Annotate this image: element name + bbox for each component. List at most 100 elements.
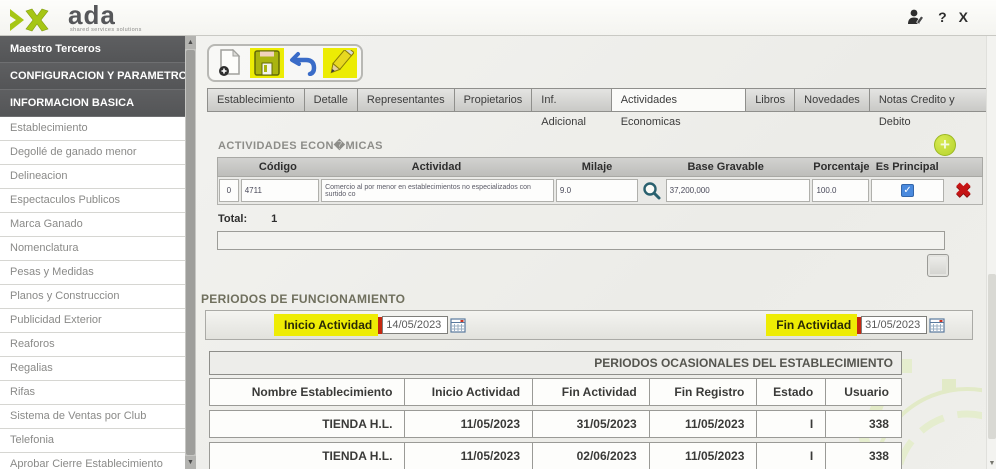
tab-strip: Establecimiento Detalle Representantes P… <box>207 88 996 112</box>
fin-actividad-label: Fin Actividad <box>766 314 857 336</box>
sidebar-item-delineacion[interactable]: Delineacion <box>0 165 196 189</box>
sidebar-item-degolle[interactable]: Degollé de ganado menor <box>0 141 196 165</box>
actividad-row: 0 4711 Comercio al por menor en establec… <box>217 177 983 205</box>
col-milaje: Milaje <box>555 158 639 176</box>
col-usuario: Usuario <box>825 379 901 405</box>
sidebar-section-configuracion[interactable]: CONFIGURACION Y PARAMETROS <box>0 63 196 90</box>
add-icon: + <box>940 135 950 154</box>
cell-registro: 11/05/2023 <box>649 411 757 437</box>
ada-logo-icon <box>10 7 64 33</box>
actividades-table: Código Actividad Milaje Base Gravable Po… <box>217 157 983 205</box>
tab-detalle[interactable]: Detalle <box>305 88 358 112</box>
tab-actividades-economicas[interactable]: Actividades Economicas <box>612 88 746 112</box>
col-inicio-actividad: Inicio Actividad <box>404 379 532 405</box>
periodos-section-title: PERIODOS DE FUNCIONAMIENTO <box>201 292 405 306</box>
cell-estado: I <box>756 443 825 469</box>
search-icon[interactable] <box>642 181 662 201</box>
close-button[interactable]: X <box>959 9 968 25</box>
tab-libros[interactable]: Libros <box>746 88 795 112</box>
scroll-down-icon[interactable]: ▼ <box>987 460 996 467</box>
tab-representantes[interactable]: Representantes <box>358 88 455 112</box>
add-actividad-button[interactable]: + <box>934 134 956 156</box>
sidebar-item-ventas-club[interactable]: Sistema de Ventas por Club <box>0 405 196 429</box>
main-scrollbar-thumb[interactable] <box>988 274 996 439</box>
tab-novedades[interactable]: Novedades <box>795 88 870 112</box>
total-value: 1 <box>271 213 277 225</box>
sidebar-item-marca-ganado[interactable]: Marca Ganado <box>0 213 196 237</box>
col-nombre-establecimiento: Nombre Establecimiento <box>210 379 404 405</box>
calendar-icon[interactable] <box>929 317 945 333</box>
sidebar-section-maestro-terceros[interactable]: Maestro Terceros <box>0 36 196 63</box>
sidebar-item-reaforos[interactable]: Reaforos <box>0 333 196 357</box>
col-porcentaje: Porcentaje <box>812 158 870 176</box>
sidebar-item-telefonia[interactable]: Telefonia <box>0 429 196 453</box>
sidebar: Maestro Terceros CONFIGURACION Y PARAMET… <box>0 36 196 469</box>
col-fin-registro: Fin Registro <box>649 379 757 405</box>
col-codigo: Código <box>238 158 318 176</box>
col-es-principal: Es Principal <box>870 158 944 176</box>
periodos-ocasionales-table: PERIODOS OCASIONALES DEL ESTABLECIMIENTO… <box>209 351 902 469</box>
edit-button[interactable] <box>323 48 357 78</box>
ocasionales-title: PERIODOS OCASIONALES DEL ESTABLECIMIENTO <box>209 351 902 375</box>
sidebar-item-regalias[interactable]: Regalias <box>0 357 196 381</box>
row-number: 0 <box>219 179 239 202</box>
tab-establecimiento[interactable]: Establecimiento <box>207 88 305 112</box>
inicio-actividad-input[interactable] <box>382 316 448 334</box>
cell-inicio: 11/05/2023 <box>404 411 532 437</box>
tab-notas-credito[interactable]: Notas Credito y Debito <box>870 88 996 112</box>
sidebar-section-informacion-basica[interactable]: INFORMACION BASICA <box>0 90 196 117</box>
sidebar-item-rifas[interactable]: Rifas <box>0 381 196 405</box>
save-button[interactable] <box>250 48 284 78</box>
periodos-bar: Inicio Actividad Fin Actividad <box>205 310 973 340</box>
actividades-section-title: ACTIVIDADES ECON�MICAS <box>218 139 383 152</box>
main-scrollbar[interactable]: ▼ <box>986 36 996 469</box>
sidebar-item-planos[interactable]: Planos y Construccion <box>0 285 196 309</box>
sidebar-scrollbar-thumb[interactable] <box>186 50 195 455</box>
tab-inf-adicional[interactable]: Inf. Adicional <box>532 88 611 112</box>
col-actividad: Actividad <box>318 158 555 176</box>
help-button[interactable]: ? <box>938 9 947 25</box>
table-row[interactable]: TIENDA H.L. 11/05/2023 02/06/2023 11/05/… <box>209 442 902 469</box>
logo-text: ada <box>68 3 142 27</box>
collapse-square-button[interactable] <box>927 254 949 277</box>
col-actions <box>944 158 982 176</box>
top-header: ada shared services solutions ? X <box>0 0 996 36</box>
table-row[interactable]: TIENDA H.L. 11/05/2023 31/05/2023 11/05/… <box>209 410 902 438</box>
sidebar-item-aprobar-cierre[interactable]: Aprobar Cierre Establecimiento <box>0 453 196 469</box>
sidebar-item-establecimiento[interactable]: Establecimiento <box>0 117 196 141</box>
fin-actividad-input[interactable] <box>861 316 927 334</box>
es-principal-checkbox[interactable]: ✓ <box>901 184 914 197</box>
col-rownum <box>218 158 238 176</box>
edit-pencil-icon <box>326 50 354 76</box>
total-row: Total:1 <box>218 213 277 225</box>
sidebar-item-pesas-medidas[interactable]: Pesas y Medidas <box>0 261 196 285</box>
actividad-value: Comercio al por menor en establecimiento… <box>321 179 554 202</box>
cell-inicio: 11/05/2023 <box>404 443 532 469</box>
sidebar-item-publicidad[interactable]: Publicidad Exterior <box>0 309 196 333</box>
actividades-table-header: Código Actividad Milaje Base Gravable Po… <box>217 157 983 177</box>
ada-logo: ada shared services solutions <box>10 3 142 33</box>
new-record-button[interactable] <box>213 48 247 78</box>
calendar-icon[interactable] <box>450 317 466 333</box>
save-icon <box>254 50 280 76</box>
sidebar-item-nomenclatura[interactable]: Nomenclatura <box>0 237 196 261</box>
es-principal-cell: ✓ <box>871 179 944 202</box>
delete-icon[interactable]: ✖ <box>955 181 972 201</box>
cell-usuario: 338 <box>825 443 901 469</box>
sidebar-scrollbar[interactable]: ▲ ▼ <box>185 36 196 469</box>
sidebar-item-espectaculos[interactable]: Espectaculos Publicos <box>0 189 196 213</box>
logo-tagline: shared services solutions <box>70 27 142 33</box>
tab-propietarios[interactable]: Propietarios <box>455 88 533 112</box>
cell-estado: I <box>756 411 825 437</box>
scroll-down-icon[interactable]: ▼ <box>185 456 196 469</box>
empty-panel <box>217 231 945 250</box>
scroll-up-icon[interactable]: ▲ <box>185 36 196 49</box>
new-record-icon <box>217 49 243 77</box>
col-base-gravable: Base Gravable <box>639 158 813 176</box>
milaje-value: 9.0 <box>556 179 638 202</box>
col-estado: Estado <box>756 379 825 405</box>
undo-button[interactable] <box>287 48 321 78</box>
user-edit-icon[interactable] <box>906 8 926 26</box>
col-fin-actividad: Fin Actividad <box>532 379 649 405</box>
main-content: Establecimiento Detalle Representantes P… <box>196 36 996 469</box>
